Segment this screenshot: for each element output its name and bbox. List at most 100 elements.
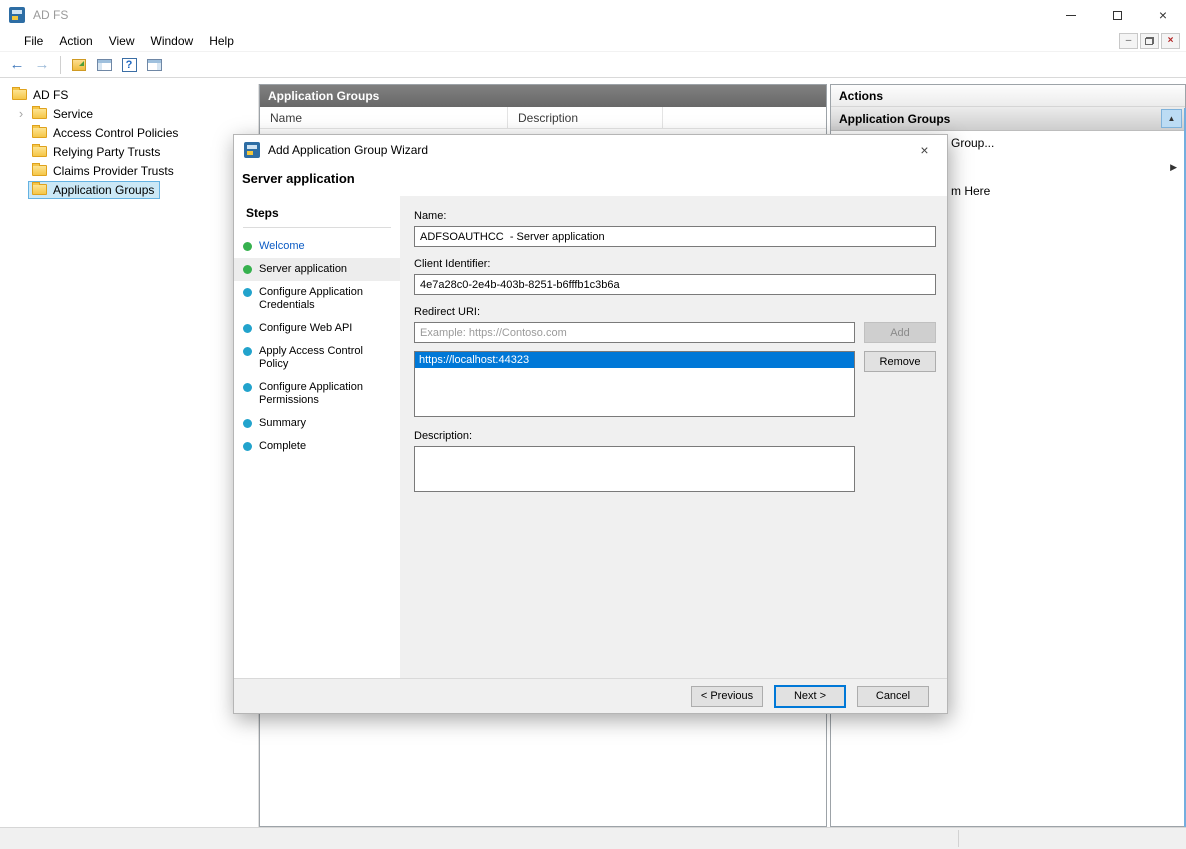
child-restore-button[interactable]: [1140, 33, 1159, 49]
menu-item-action[interactable]: Action: [51, 34, 100, 48]
back-button[interactable]: ←: [6, 55, 28, 75]
console-tree-toggle-button[interactable]: [93, 55, 115, 75]
steps-title: Steps: [234, 202, 400, 227]
previous-button[interactable]: < Previous: [691, 686, 763, 707]
child-minimize-button[interactable]: –: [1119, 33, 1138, 49]
tree-item-label: AD FS: [33, 88, 68, 102]
action-item-label: Group...: [951, 136, 994, 150]
status-bar: [0, 827, 1186, 849]
list-pane-header: Application Groups: [260, 85, 826, 107]
column-header-spacer: [663, 107, 826, 128]
tree-item-service[interactable]: › Service: [0, 104, 258, 123]
step-label: Summary: [259, 417, 306, 430]
adfs-app-icon: [9, 7, 25, 23]
wizard-step-configure-application-credentials[interactable]: Configure Application Credentials: [234, 281, 400, 317]
close-icon: ×: [920, 142, 928, 158]
export-list-button[interactable]: [68, 55, 90, 75]
folder-icon: [32, 127, 47, 138]
wizard-step-server-application[interactable]: Server application: [234, 258, 400, 281]
wizard-title: Add Application Group Wizard: [268, 143, 428, 157]
window-minimize-button[interactable]: [1048, 0, 1094, 30]
steps-separator: [243, 227, 391, 228]
folder-icon: [32, 146, 47, 157]
wizard-step-complete[interactable]: Complete: [234, 435, 400, 458]
tree-item-label: Access Control Policies: [53, 126, 178, 140]
wizard-footer: < Previous Next > Cancel: [234, 678, 947, 713]
console-tree-icon: [97, 59, 112, 71]
add-application-group-wizard-dialog: Add Application Group Wizard × Server ap…: [233, 134, 948, 714]
window-titlebar: AD FS ×: [0, 0, 1186, 30]
menu-item-file[interactable]: File: [16, 34, 51, 48]
step-pending-icon: [243, 324, 252, 333]
step-pending-icon: [243, 383, 252, 392]
child-close-button[interactable]: ×: [1161, 33, 1180, 49]
close-icon: ×: [1159, 8, 1167, 22]
toolbar: ← → ?: [0, 52, 1186, 78]
expand-chevron-icon[interactable]: ›: [14, 107, 28, 120]
wizard-app-icon: [244, 142, 260, 158]
description-label: Description:: [414, 430, 936, 442]
menu-item-help[interactable]: Help: [201, 34, 242, 48]
tree-item-claims-provider-trusts[interactable]: Claims Provider Trusts: [0, 161, 258, 180]
back-arrow-icon: ←: [10, 56, 25, 73]
wizard-form-area: Name: Client Identifier: Redirect URI: A…: [400, 196, 947, 678]
description-textarea[interactable]: [414, 446, 855, 492]
redirect-uri-list-item[interactable]: https://localhost:44323: [415, 352, 854, 368]
wizard-step-configure-application-permissions[interactable]: Configure Application Permissions: [234, 376, 400, 412]
wizard-step-apply-access-control-policy[interactable]: Apply Access Control Policy: [234, 340, 400, 376]
step-pending-icon: [243, 442, 252, 451]
submenu-arrow-icon: ▶: [1170, 155, 1177, 179]
toolbar-separator: [60, 56, 61, 74]
remove-button[interactable]: Remove: [864, 351, 936, 372]
name-input[interactable]: [414, 226, 936, 247]
help-icon: ?: [122, 58, 137, 72]
actions-collapse-button[interactable]: ▲: [1161, 109, 1182, 128]
maximize-icon: [1113, 11, 1122, 20]
tree-item-label: Claims Provider Trusts: [53, 164, 174, 178]
column-header-name[interactable]: Name: [260, 107, 508, 128]
forward-button[interactable]: →: [31, 55, 53, 75]
tree-item-adfs-root[interactable]: AD FS: [0, 85, 258, 104]
forward-arrow-icon: →: [35, 56, 50, 73]
actions-group-label: Application Groups: [839, 112, 950, 126]
tree-item-relying-party-trusts[interactable]: Relying Party Trusts: [0, 142, 258, 161]
child-window-controls: – ×: [1119, 33, 1180, 49]
redirect-uri-input[interactable]: [414, 322, 855, 343]
window-maximize-button[interactable]: [1094, 0, 1140, 30]
actions-pane-title: Actions: [831, 85, 1185, 107]
window-close-button[interactable]: ×: [1140, 0, 1186, 30]
step-label: Server application: [259, 263, 347, 276]
folder-icon: [32, 108, 47, 119]
wizard-step-summary[interactable]: Summary: [234, 412, 400, 435]
menu-item-window[interactable]: Window: [143, 34, 202, 48]
redirect-uri-list[interactable]: https://localhost:44323: [414, 351, 855, 417]
column-header-description[interactable]: Description: [508, 107, 663, 128]
step-pending-icon: [243, 419, 252, 428]
cancel-button[interactable]: Cancel: [857, 686, 929, 707]
step-label: Configure Web API: [259, 322, 352, 335]
folder-icon: [32, 165, 47, 176]
step-done-icon: [243, 265, 252, 274]
add-button[interactable]: Add: [864, 322, 936, 343]
tree-item-label: Relying Party Trusts: [53, 145, 160, 159]
wizard-step-welcome[interactable]: Welcome: [234, 235, 400, 258]
export-list-icon: [72, 59, 86, 71]
menu-item-view[interactable]: View: [101, 34, 143, 48]
menu-bar: File Action View Window Help – ×: [0, 30, 1186, 52]
window-controls: ×: [1048, 0, 1186, 30]
tree-item-label: Application Groups: [53, 183, 154, 197]
step-label: Welcome: [259, 240, 305, 253]
help-button[interactable]: ?: [118, 55, 140, 75]
wizard-close-button[interactable]: ×: [902, 135, 947, 165]
restore-icon: [1145, 37, 1154, 45]
step-done-icon: [243, 242, 252, 251]
tree-item-access-control-policies[interactable]: Access Control Policies: [0, 123, 258, 142]
tree-item-application-groups[interactable]: Application Groups: [0, 180, 258, 199]
next-button[interactable]: Next >: [774, 685, 846, 708]
action-pane-toggle-button[interactable]: [143, 55, 165, 75]
client-identifier-input[interactable]: [414, 274, 936, 295]
actions-group-header: Application Groups ▲: [831, 107, 1185, 131]
step-pending-icon: [243, 288, 252, 297]
name-label: Name:: [414, 210, 936, 222]
wizard-step-configure-web-api[interactable]: Configure Web API: [234, 317, 400, 340]
